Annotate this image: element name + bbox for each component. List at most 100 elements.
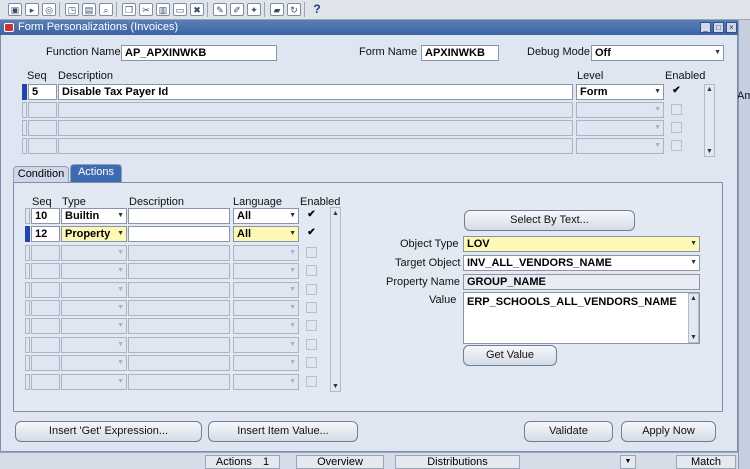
refresh-icon[interactable]: ↻ [287, 3, 301, 16]
chevron-down-icon[interactable]: ▼ [289, 264, 296, 278]
value-scrollbar[interactable]: ▲ ▼ [688, 293, 699, 343]
action-enabled-checkbox[interactable] [306, 265, 317, 277]
scroll-up-icon[interactable]: ▲ [331, 209, 340, 218]
form-name-field[interactable]: APXINWKB [421, 45, 499, 61]
tab-condition[interactable]: Condition [13, 166, 69, 183]
chevron-down-icon[interactable]: ▼ [117, 356, 124, 370]
row-marker[interactable] [22, 138, 27, 154]
chevron-down-icon[interactable]: ▼ [117, 283, 124, 297]
rule-level-select[interactable]: ▼ [576, 102, 664, 118]
action-seq-field[interactable]: 10 [31, 208, 60, 224]
save-icon[interactable]: ▣ [8, 3, 22, 16]
action-seq-field[interactable] [31, 281, 60, 298]
clear-icon[interactable]: ▭ [173, 3, 187, 16]
action-description-field[interactable] [128, 281, 230, 298]
action-type-select[interactable]: ▼ [61, 281, 127, 298]
help-icon[interactable]: ? [310, 3, 324, 16]
action-enabled-checkbox[interactable] [306, 320, 317, 332]
zoom-icon[interactable]: ◎ [42, 3, 56, 16]
chevron-down-icon[interactable]: ▼ [714, 46, 721, 60]
row-marker[interactable] [25, 281, 30, 298]
rule-enabled-checkbox[interactable] [671, 104, 682, 115]
get-value-button[interactable]: Get Value [463, 345, 557, 366]
action-language-select[interactable]: ▼ [233, 318, 299, 335]
scroll-up-icon[interactable]: ▲ [689, 294, 698, 303]
chevron-down-icon[interactable]: ▼ [289, 338, 296, 352]
cut-icon[interactable]: ✂ [139, 3, 153, 16]
action-description-field[interactable] [128, 208, 230, 224]
action-seq-field[interactable] [31, 300, 60, 316]
row-marker[interactable] [25, 263, 30, 280]
apply-now-button[interactable]: Apply Now [621, 421, 716, 442]
folder-icon[interactable]: ▰ [270, 3, 284, 16]
open-icon[interactable]: ◳ [65, 3, 79, 16]
action-language-select[interactable]: ▼ [233, 300, 299, 316]
tab-actions[interactable]: Actions [70, 164, 122, 183]
chevron-down-icon[interactable]: ▼ [289, 301, 296, 315]
rule-seq-field[interactable] [28, 102, 57, 118]
action-description-field[interactable] [128, 336, 230, 353]
chevron-down-icon[interactable]: ▼ [289, 246, 296, 260]
row-marker[interactable] [25, 355, 30, 372]
action-language-select[interactable]: ▼ [233, 263, 299, 280]
attachment-icon[interactable]: ✦ [247, 3, 261, 16]
chevron-down-icon[interactable]: ▼ [289, 356, 296, 370]
action-seq-field[interactable] [31, 355, 60, 372]
chevron-down-icon[interactable]: ▼ [117, 338, 124, 352]
chevron-down-icon[interactable]: ▼ [117, 246, 124, 260]
rule-seq-field[interactable] [28, 120, 57, 136]
chevron-down-icon[interactable]: ▼ [117, 209, 124, 223]
action-language-select[interactable]: ▼ [233, 336, 299, 353]
action-enabled-checkbox[interactable] [306, 283, 317, 295]
rule-level-select[interactable]: ▼ [576, 138, 664, 154]
paste-icon[interactable]: ▥ [156, 3, 170, 16]
action-description-field[interactable] [128, 263, 230, 280]
rules-scrollbar[interactable]: ▲ ▼ [704, 84, 715, 157]
action-language-select[interactable]: ▼ [233, 373, 299, 390]
chevron-down-icon[interactable]: ▼ [289, 375, 296, 389]
chevron-down-icon[interactable]: ▼ [654, 121, 661, 135]
chevron-down-icon[interactable]: ▼ [289, 319, 296, 333]
scroll-up-icon[interactable]: ▲ [705, 85, 714, 94]
action-type-select[interactable]: ▼ [61, 373, 127, 390]
chevron-down-icon[interactable]: ▼ [289, 283, 296, 297]
close-icon[interactable]: × [726, 22, 737, 33]
target-object-select[interactable]: INV_ALL_VENDORS_NAME ▼ [463, 255, 700, 271]
action-type-select[interactable]: ▼ [61, 263, 127, 280]
scroll-down-icon[interactable]: ▼ [705, 147, 714, 156]
action-seq-field[interactable] [31, 263, 60, 280]
value-textarea[interactable]: ERP_SCHOOLS_ALL_VENDORS_NAME ▲ ▼ [463, 292, 700, 344]
rule-seq-field[interactable] [28, 138, 57, 154]
delete-icon[interactable]: ✖ [190, 3, 204, 16]
action-description-field[interactable] [128, 244, 230, 261]
action-seq-field[interactable] [31, 318, 60, 335]
action-enabled-checkbox[interactable] [306, 246, 317, 258]
action-seq-field[interactable] [31, 244, 60, 261]
rule-seq-field[interactable]: 5 [28, 84, 57, 100]
navigate-icon[interactable]: ▸ [25, 3, 39, 16]
rule-level-select[interactable]: Form ▼ [576, 84, 664, 100]
actions-scrollbar[interactable]: ▲ ▼ [330, 207, 341, 392]
insert-get-expression-button[interactable]: Insert 'Get' Expression... [15, 421, 202, 442]
row-marker[interactable] [25, 244, 30, 261]
action-enabled-checkbox[interactable] [306, 302, 317, 313]
row-marker[interactable] [25, 300, 30, 316]
chevron-down-icon[interactable]: ▼ [117, 375, 124, 389]
object-type-select[interactable]: LOV ▼ [463, 236, 700, 252]
action-seq-field[interactable]: 12 [31, 226, 60, 243]
rule-enabled-checkbox[interactable]: ✔ [671, 86, 682, 97]
chevron-down-icon[interactable]: ▼ [117, 319, 124, 333]
rule-description-field[interactable]: Disable Tax Payer Id [58, 84, 573, 100]
rule-description-field[interactable] [58, 138, 573, 154]
row-marker[interactable] [25, 336, 30, 353]
scroll-down-icon[interactable]: ▼ [689, 333, 698, 342]
select-by-text-button[interactable]: Select By Text... [464, 210, 635, 231]
action-description-field[interactable] [128, 300, 230, 316]
action-type-select[interactable]: ▼ [61, 318, 127, 335]
chevron-down-icon[interactable]: ▼ [117, 264, 124, 278]
chevron-down-icon[interactable]: ▼ [654, 139, 661, 153]
insert-item-value-button[interactable]: Insert Item Value... [208, 421, 358, 442]
debug-mode-select[interactable]: Off ▼ [591, 45, 724, 61]
chevron-down-icon[interactable]: ▼ [117, 227, 124, 241]
action-language-select[interactable]: All ▼ [233, 226, 299, 243]
